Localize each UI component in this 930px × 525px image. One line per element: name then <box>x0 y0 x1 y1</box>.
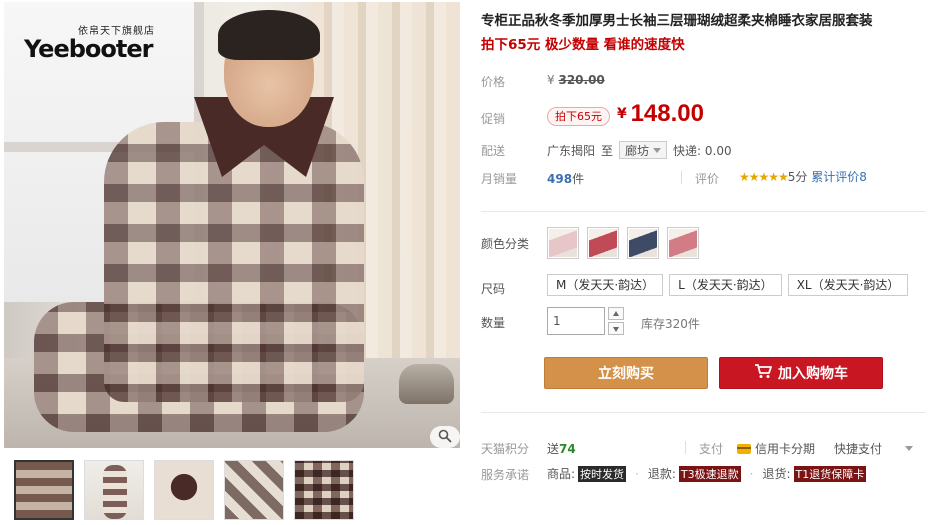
original-price: ¥ 320.00 <box>547 73 605 87</box>
review-label: 评价 <box>695 172 720 186</box>
quantity-decrease-button[interactable] <box>608 322 624 335</box>
thumbnail-strip <box>14 460 354 520</box>
chevron-down-icon[interactable] <box>905 446 913 451</box>
chevron-down-icon <box>653 147 662 153</box>
size-option-l[interactable]: L（发天天·韵达） <box>669 274 782 296</box>
telephone-decor <box>399 364 454 404</box>
separator-dot: · <box>749 466 754 481</box>
size-option-m[interactable]: M（发天天·韵达） <box>547 274 664 296</box>
swatch-image <box>629 229 657 257</box>
thumbnail-1[interactable] <box>14 460 74 520</box>
quick-pay-option[interactable]: 快捷支付 <box>834 440 882 457</box>
zoom-button[interactable] <box>430 426 460 448</box>
review-score: 5分 <box>787 170 808 184</box>
promo-price-value: 148.00 <box>630 100 704 127</box>
cart-icon <box>754 363 772 383</box>
model-hair <box>218 10 320 60</box>
stock-count: 库存320件 <box>641 317 700 331</box>
thumbnail-3[interactable] <box>154 460 214 520</box>
points-number: 74 <box>559 442 576 456</box>
monthly-sales: 498件 <box>547 170 584 187</box>
destination-value: 廊坊 <box>625 143 650 158</box>
payment-label: 支付 <box>699 442 724 456</box>
thumbnail-5[interactable] <box>294 460 354 520</box>
cumulative-reviews-link[interactable]: 累计评价8 <box>811 170 867 184</box>
color-swatch-pink-plaid[interactable] <box>547 227 579 259</box>
promo-label: 促销 <box>481 112 506 126</box>
shipping-label: 配送 <box>481 144 506 158</box>
color-swatch-navy-plaid[interactable] <box>627 227 659 259</box>
shipping-info: 广东揭阳 至 廊坊 快递: 0.00 <box>547 141 732 159</box>
service-promises: 商品: 按时发货 · 退款: T3极速退款 · 退货: T1退货保障卡 <box>547 465 867 482</box>
promo-price: ¥ 148.00 <box>617 100 704 128</box>
quantity-stepper <box>547 307 624 335</box>
swatch-image <box>669 229 697 257</box>
star-rating-icon: ★★★★★ <box>739 170 789 184</box>
section-divider <box>481 412 926 413</box>
points-value: 送74 <box>547 440 576 457</box>
add-to-cart-button[interactable]: 加入购物车 <box>719 357 883 389</box>
quantity-input[interactable] <box>547 307 605 335</box>
destination-select[interactable]: 廊坊 <box>619 141 668 159</box>
ship-to-word: 至 <box>601 143 614 158</box>
divider-vertical <box>685 441 686 454</box>
size-label: 尺码 <box>481 282 506 296</box>
credit-card-icon <box>737 443 751 454</box>
service-refund-tag[interactable]: T3极速退款 <box>678 465 741 482</box>
swatch-image <box>589 229 617 257</box>
magnifier-icon <box>438 429 452 446</box>
points-prefix: 送 <box>547 442 560 456</box>
service-return-prefix: 退货: <box>762 467 791 481</box>
promo-price-currency: ¥ <box>617 106 627 122</box>
service-goods-tag[interactable]: 按时发货 <box>578 465 627 482</box>
separator-dot: · <box>635 466 639 481</box>
thumbnail-4[interactable] <box>224 460 284 520</box>
product-info-panel: 专柜正品秋冬季加厚男士长袖三层珊瑚绒超柔夹棉睡衣家居服套装 拍下65元 极少数量… <box>481 0 926 525</box>
sales-unit: 件 <box>572 172 585 186</box>
quantity-increase-button[interactable] <box>608 307 624 320</box>
color-swatch-rose-plaid[interactable] <box>667 227 699 259</box>
logo-wordmark: Yeebooter <box>24 35 153 63</box>
color-swatches <box>547 227 699 259</box>
color-label: 颜色分类 <box>481 237 530 251</box>
service-refund-prefix: 退款: <box>647 467 676 481</box>
size-options: M（发天天·韵达） L（发天天·韵达） XL（发天天·韵达） <box>547 274 909 296</box>
original-price-value: 320.00 <box>558 73 605 87</box>
buy-now-button[interactable]: 立刻购买 <box>544 357 708 389</box>
service-goods-prefix: 商品: <box>547 467 576 481</box>
product-title: 专柜正品秋冬季加厚男士长袖三层珊瑚绒超柔夹棉睡衣家居服套装 <box>481 13 873 29</box>
section-divider <box>481 211 926 212</box>
add-to-cart-label: 加入购物车 <box>778 366 848 382</box>
quantity-label: 数量 <box>481 316 506 330</box>
thumbnail-2[interactable] <box>84 460 144 520</box>
credit-installment-option[interactable]: 信用卡分期 <box>737 440 815 457</box>
size-option-xl[interactable]: XL（发天天·韵达） <box>787 274 909 296</box>
review-summary: ★★★★★5分 累计评价8 <box>739 168 867 185</box>
original-price-currency: ¥ <box>547 73 555 87</box>
points-label: 天猫积分 <box>481 442 530 456</box>
service-return-tag[interactable]: T1退货保障卡 <box>793 465 867 482</box>
product-gallery: 依帛天下旗舰店 Yeebooter <box>0 0 462 525</box>
quantity-arrows <box>608 307 624 335</box>
buy-now-label: 立刻购买 <box>598 366 654 382</box>
shipping-fee: 快递: 0.00 <box>673 143 732 158</box>
credit-installment-label: 信用卡分期 <box>755 442 816 456</box>
service-label: 服务承诺 <box>481 468 530 482</box>
price-label: 价格 <box>481 75 506 89</box>
product-subtitle: 拍下65元 极少数量 看谁的速度快 <box>481 37 685 53</box>
color-swatch-red-plaid[interactable] <box>587 227 619 259</box>
swatch-image <box>549 229 577 257</box>
sales-count: 498 <box>547 172 573 186</box>
brand-logo: 依帛天下旗舰店 Yeebooter <box>24 22 159 61</box>
promo-badge: 拍下65元 <box>547 107 610 126</box>
sales-label: 月销量 <box>481 172 518 186</box>
divider-vertical <box>681 171 682 184</box>
ship-from: 广东揭阳 <box>547 143 596 158</box>
main-product-photo[interactable]: 依帛天下旗舰店 Yeebooter <box>4 2 460 448</box>
